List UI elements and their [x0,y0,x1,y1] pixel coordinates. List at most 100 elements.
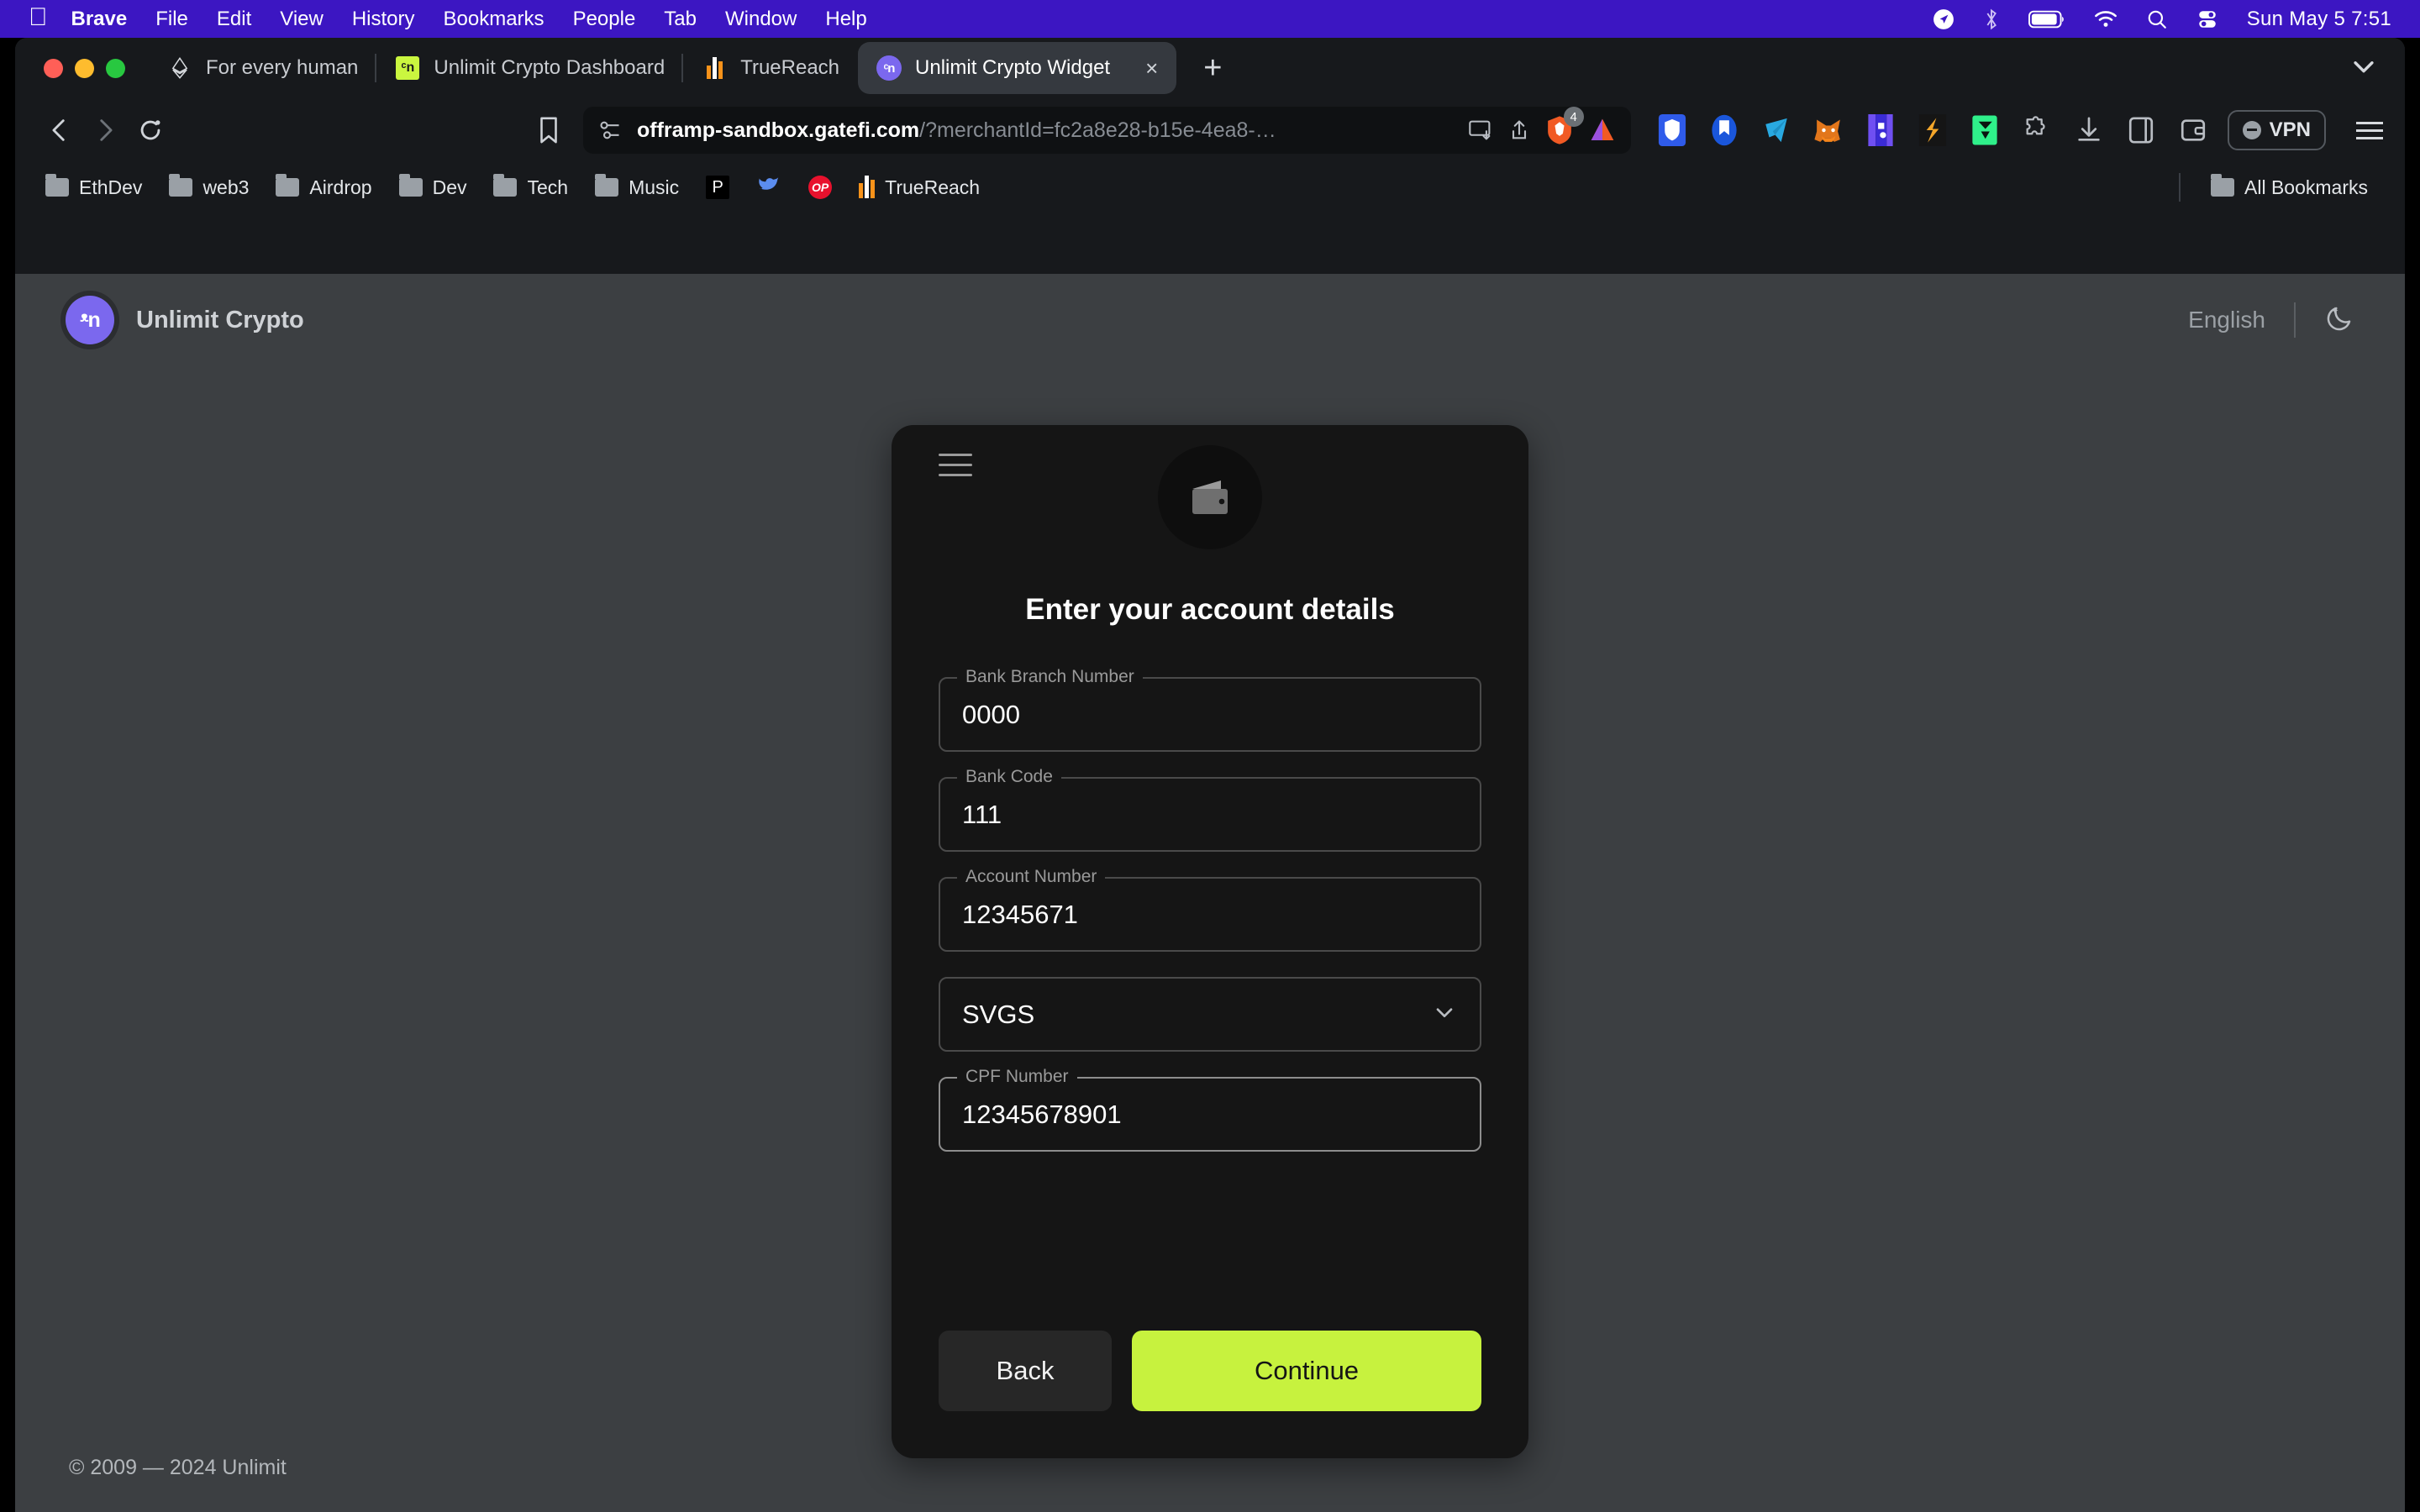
bookmark-op-site[interactable]: OP [798,171,842,204]
bookmark-airdrop[interactable]: Airdrop [266,171,381,204]
header-divider [2294,302,2296,338]
bookmark-music[interactable]: Music [585,171,689,204]
apple-menu-icon[interactable]:  [29,4,48,30]
telegram-wallet-icon[interactable] [1759,113,1794,148]
menu-item-history[interactable]: History [352,8,415,31]
widget-hamburger-menu-icon[interactable] [939,454,972,476]
tab-for-every-human[interactable]: For every human [149,42,376,94]
menu-item-file[interactable]: File [155,8,188,31]
spotlight-search-icon[interactable] [2146,8,2168,30]
bookmarks-bar: EthDev web3 Airdrop Dev Tech Music P OP … [15,162,2405,213]
back-button[interactable]: Back [939,1331,1112,1411]
hamburger-menu-icon[interactable] [2356,121,2383,139]
field-account-number[interactable]: Account Number 12345671 [939,865,1481,952]
menu-item-bookmarks[interactable]: Bookmarks [444,8,544,31]
unlimit-purple-icon: ᶜn [876,55,902,81]
maximize-window-button[interactable] [106,58,125,78]
chevron-down-icon[interactable] [1431,999,1458,1030]
close-tab-icon[interactable]: × [1145,57,1158,79]
close-window-button[interactable] [44,58,63,78]
bookmarks-divider [2179,173,2181,202]
shield-extension-icon[interactable] [1655,113,1690,148]
field-account-type-select[interactable]: SVGS [939,977,1481,1052]
field-cpf-number[interactable]: CPF Number 12345678901 [939,1065,1481,1152]
bookmark-truereach[interactable]: TrueReach [849,171,990,204]
truereach-bars-icon [859,176,876,198]
menu-item-edit[interactable]: Edit [217,8,251,31]
bookmark-extension-icon[interactable] [1707,113,1742,148]
browser-window: For every human ᶜn Unlimit Crypto Dashbo… [15,38,2405,1512]
tab-truereach[interactable]: TrueReach [681,42,858,94]
web-page-content: ᵜn Unlimit Crypto English Enter your acc… [15,274,2405,1512]
battery-icon[interactable] [2028,10,2065,29]
widget-page-header: ᵜn Unlimit Crypto English [15,274,2405,366]
menu-bar-status-area: Sun May 5 7:51 [1933,8,2391,31]
brave-shields-icon[interactable]: 4 [1545,107,1584,145]
bookmark-blue-bird[interactable] [746,167,792,207]
menu-item-view[interactable]: View [280,8,324,31]
vpn-status-dot-icon [2242,121,2261,139]
macos-menu-bar:  Brave File Edit View History Bookmarks… [0,0,2420,38]
bookmark-label: Dev [432,176,467,198]
bookmark-label: Music [629,176,680,198]
menu-bar-clock[interactable]: Sun May 5 7:51 [2247,8,2391,31]
vpn-button[interactable]: VPN [2227,110,2326,150]
field-bank-code[interactable]: Bank Code 111 [939,765,1481,852]
tab-title: Unlimit Crypto Widget [915,56,1111,79]
permissions-icon[interactable] [598,118,622,142]
bookmark-ethdev[interactable]: EthDev [35,171,152,204]
new-tab-button[interactable]: + [1195,52,1230,84]
location-icon[interactable] [1933,8,1954,30]
menu-item-help[interactable]: Help [825,8,866,31]
snapshot-icon[interactable] [1915,113,1950,148]
field-value[interactable]: 0000 [962,700,1020,730]
bookmark-icon[interactable] [526,108,571,153]
wallet-icon[interactable] [2175,113,2211,148]
blockchain-extension-icon[interactable] [1863,113,1898,148]
metamask-fox-icon[interactable] [1811,113,1846,148]
bookmark-tech[interactable]: Tech [483,171,578,204]
field-value[interactable]: 12345671 [962,900,1078,930]
tab-search-chevron-down-icon[interactable] [2349,52,2378,85]
all-bookmarks-button[interactable]: All Bookmarks [2201,171,2378,204]
menu-item-people[interactable]: People [573,8,636,31]
tab-unlimit-crypto-widget[interactable]: ᶜn Unlimit Crypto Widget × [858,42,1177,94]
menu-item-window[interactable]: Window [725,8,797,31]
tab-strip: For every human ᶜn Unlimit Crypto Dashbo… [15,38,2405,98]
brand-name: Unlimit Crypto [136,306,304,333]
cast-icon[interactable] [1468,118,1493,142]
puzzle-extensions-icon[interactable] [2019,113,2054,148]
bookmark-dev[interactable]: Dev [389,171,477,204]
share-icon[interactable] [1508,118,1530,142]
field-value[interactable]: 12345678901 [962,1100,1122,1130]
menu-item-tab[interactable]: Tab [664,8,697,31]
back-arrow-icon[interactable] [37,108,82,153]
window-traffic-lights [44,58,125,78]
moon-icon[interactable] [2324,303,2354,338]
bookmark-p-site[interactable]: P [696,171,739,204]
vpn-label: VPN [2269,118,2311,141]
control-center-icon[interactable] [2196,8,2218,30]
continue-button[interactable]: Continue [1132,1331,1481,1411]
sidebar-icon[interactable] [2123,113,2159,148]
field-value[interactable]: 111 [962,800,1002,830]
language-selector[interactable]: English [2188,307,2265,333]
bookmark-web3[interactable]: web3 [159,171,259,204]
bookmark-label: web3 [203,176,250,198]
reload-icon[interactable] [128,108,173,153]
minimize-window-button[interactable] [75,58,94,78]
forward-arrow-icon[interactable] [82,108,128,153]
menu-item-brave[interactable]: Brave [71,8,128,31]
field-bank-branch-number[interactable]: Bank Branch Number 0000 [939,665,1481,752]
tab-title: TrueReach [740,56,840,79]
green-arrow-wallet-icon[interactable] [1967,113,2002,148]
folder-icon [45,174,69,197]
extensions-toolbar: VPN [1655,110,2383,150]
address-bar[interactable]: offramp-sandbox.gatefi.com/?merchantId=f… [583,107,1631,154]
download-icon[interactable] [2071,113,2107,148]
bluetooth-icon[interactable] [1983,8,2000,31]
tab-unlimit-crypto-dashboard[interactable]: ᶜn Unlimit Crypto Dashboard [375,42,683,94]
card-actions: Back Continue [939,1331,1481,1411]
brave-lion-triangle-icon[interactable] [1589,117,1616,144]
wifi-icon[interactable] [2094,10,2118,29]
